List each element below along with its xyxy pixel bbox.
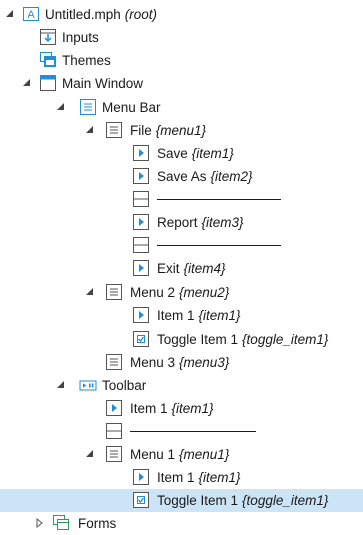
menu-icon <box>105 445 123 463</box>
tree-node-label: Save As {item2} <box>157 169 253 184</box>
forms-icon <box>52 514 70 532</box>
tree-node-themes[interactable]: Themes <box>0 49 363 72</box>
tree-node-label: File {menu1} <box>130 123 207 138</box>
app-a-icon: A <box>22 5 40 23</box>
tree-node-label: Exit {item4} <box>157 261 226 276</box>
menu-item-icon <box>132 306 150 324</box>
tree-node-separator[interactable] <box>0 234 363 257</box>
menu-icon <box>105 283 123 301</box>
tree-node-label: Save {item1} <box>157 146 234 161</box>
menu-item-icon <box>132 213 150 231</box>
tree-node-label: Toggle Item 1 {toggle_item1} <box>157 493 329 508</box>
toggle-item-icon <box>132 491 150 509</box>
tree-node-separator[interactable] <box>0 188 363 211</box>
tree-node-label: Toggle Item 1 {toggle_item1} <box>157 332 329 347</box>
tree-node-toolbar-menu1-item1[interactable]: Item 1 {item1} <box>0 466 363 489</box>
tree-node-report[interactable]: Report {item3} <box>0 211 363 234</box>
tree-node-menu-bar[interactable]: Menu Bar <box>0 96 363 119</box>
tree-node-label: Main Window <box>62 76 144 91</box>
tree-node-label: Themes <box>62 53 111 68</box>
input-declaration-icon <box>39 28 57 46</box>
triangle-down-icon[interactable] <box>56 102 66 112</box>
separator-line <box>157 245 281 246</box>
menu-item-icon <box>132 259 150 277</box>
toolbar-icon <box>79 376 97 394</box>
themes-icon <box>39 51 57 69</box>
separator-icon <box>105 422 123 440</box>
triangle-down-icon[interactable] <box>85 287 95 297</box>
menu-item-icon <box>132 144 150 162</box>
separator-line <box>157 199 281 200</box>
triangle-down-icon[interactable] <box>5 9 15 19</box>
tree-node-label: Item 1 {item1} <box>157 470 241 485</box>
menu-item-icon <box>105 399 123 417</box>
tree-node-label: Report {item3} <box>157 215 244 230</box>
tree-node-label: Item 1 {item1} <box>157 308 241 323</box>
tree-node-label: Untitled.mph (root) <box>45 7 158 22</box>
tree-node-menu2-item1[interactable]: Item 1 {item1} <box>0 304 363 327</box>
tree-node-label: Forms <box>78 516 117 531</box>
tree-node-toolbar-menu1-toggle[interactable]: Toggle Item 1 {toggle_item1} <box>0 489 363 512</box>
menu-icon <box>105 121 123 139</box>
tree-node-label: Inputs <box>62 30 99 45</box>
tree-node-label: Toolbar <box>102 378 147 393</box>
tree-node-label: Item 1 {item1} <box>130 401 214 416</box>
tree-node-separator[interactable] <box>0 420 363 443</box>
tree-node-label: Menu 1 {menu1} <box>130 447 230 462</box>
tree-node-label: Menu Bar <box>102 100 161 115</box>
svg-text:A: A <box>27 9 35 21</box>
model-builder-tree: A Untitled.mph (root) Inputs Themes Main … <box>0 0 363 534</box>
separator-icon <box>132 190 150 208</box>
window-icon <box>39 74 57 92</box>
tree-node-toolbar-menu1[interactable]: Menu 1 {menu1} <box>0 443 363 466</box>
triangle-down-icon[interactable] <box>56 380 66 390</box>
menu-item-icon <box>132 167 150 185</box>
tree-node-menu2-toggle[interactable]: Toggle Item 1 {toggle_item1} <box>0 328 363 351</box>
tree-node-inputs[interactable]: Inputs <box>0 26 363 49</box>
tree-node-save-as[interactable]: Save As {item2} <box>0 165 363 188</box>
tree-node-toolbar-item1[interactable]: Item 1 {item1} <box>0 397 363 420</box>
triangle-down-icon[interactable] <box>85 125 95 135</box>
tree-node-main-window[interactable]: Main Window <box>0 72 363 95</box>
triangle-down-icon[interactable] <box>85 449 95 459</box>
tree-node-menu2[interactable]: Menu 2 {menu2} <box>0 281 363 304</box>
triangle-right-icon[interactable] <box>35 518 45 528</box>
tree-node-forms[interactable]: Forms <box>0 512 363 535</box>
tree-node-exit[interactable]: Exit {item4} <box>0 257 363 280</box>
triangle-down-icon[interactable] <box>22 78 32 88</box>
tree-node-toolbar[interactable]: Toolbar <box>0 374 363 397</box>
separator-line <box>130 431 256 432</box>
menu-icon <box>79 98 97 116</box>
tree-node-label: Menu 3 {menu3} <box>130 355 230 370</box>
tree-node-menu3[interactable]: Menu 3 {menu3} <box>0 351 363 374</box>
separator-icon <box>132 236 150 254</box>
tree-node-root[interactable]: A Untitled.mph (root) <box>0 3 363 26</box>
toggle-item-icon <box>132 330 150 348</box>
menu-item-icon <box>132 468 150 486</box>
tree-node-file-menu[interactable]: File {menu1} <box>0 119 363 142</box>
menu-icon <box>105 353 123 371</box>
tree-node-save[interactable]: Save {item1} <box>0 142 363 165</box>
tree-node-label: Menu 2 {menu2} <box>130 285 230 300</box>
